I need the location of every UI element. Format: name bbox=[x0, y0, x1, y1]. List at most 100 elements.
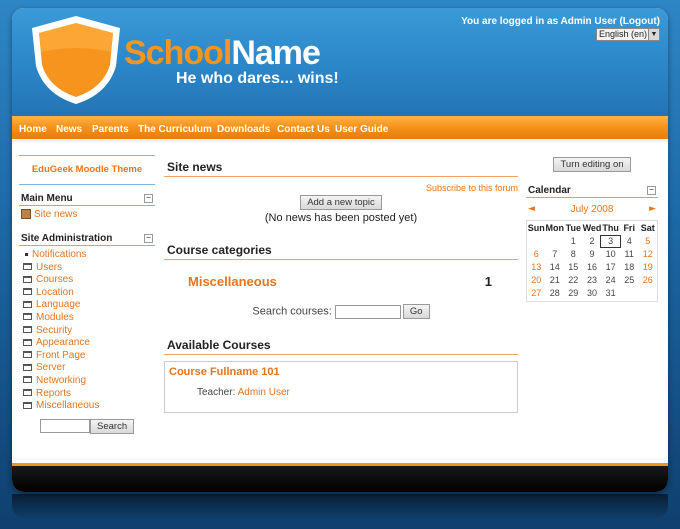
calendar-day[interactable]: 22 bbox=[564, 275, 583, 286]
calendar-empty-cell bbox=[527, 236, 546, 247]
subscribe-link[interactable]: Subscribe to this forum bbox=[426, 183, 518, 193]
nav-news[interactable]: News bbox=[56, 124, 82, 135]
list-item[interactable]: Networking bbox=[23, 375, 155, 388]
calendar-day[interactable]: 19 bbox=[638, 262, 657, 273]
left-column: EduGeek Moodle Theme Main Menu − Site ne… bbox=[19, 155, 155, 434]
calendar-day[interactable]: 4 bbox=[620, 236, 639, 247]
list-item[interactable]: Courses bbox=[23, 274, 155, 287]
folder-icon bbox=[23, 288, 32, 296]
school-name[interactable]: SchoolName bbox=[124, 34, 321, 73]
collapse-icon[interactable]: − bbox=[144, 194, 153, 203]
admin-link-reports[interactable]: Reports bbox=[36, 388, 71, 399]
nav-contact-us[interactable]: Contact Us bbox=[277, 124, 330, 135]
calendar-day[interactable]: 17 bbox=[601, 262, 620, 273]
list-item[interactable]: Miscellaneous bbox=[23, 400, 155, 413]
nav-the-curriculum[interactable]: The Curriculum bbox=[138, 124, 212, 135]
list-item[interactable]: Notifications bbox=[23, 249, 155, 262]
turn-editing-button[interactable]: Turn editing on bbox=[553, 157, 631, 172]
calendar-day[interactable]: 29 bbox=[564, 288, 583, 299]
calendar-day[interactable]: 10 bbox=[601, 249, 620, 260]
folder-icon bbox=[23, 313, 32, 321]
calendar-day[interactable]: 1 bbox=[564, 236, 583, 247]
nav-home[interactable]: Home bbox=[19, 124, 47, 135]
calendar-day[interactable]: 12 bbox=[638, 249, 657, 260]
chevron-down-icon[interactable]: ▼ bbox=[648, 29, 659, 40]
admin-link-modules[interactable]: Modules bbox=[36, 312, 74, 323]
nav-user-guide[interactable]: User Guide bbox=[335, 124, 388, 135]
admin-link-appearance[interactable]: Appearance bbox=[36, 337, 90, 348]
admin-link-language[interactable]: Language bbox=[36, 299, 81, 310]
collapse-icon[interactable]: − bbox=[647, 186, 656, 195]
admin-link-miscellaneous[interactable]: Miscellaneous bbox=[36, 400, 99, 411]
add-topic-button[interactable]: Add a new topic bbox=[300, 195, 382, 210]
calendar-day[interactable]: 13 bbox=[527, 262, 546, 273]
calendar-day[interactable]: 23 bbox=[583, 275, 602, 286]
list-item[interactable]: Location bbox=[23, 287, 155, 300]
calendar-day[interactable]: 18 bbox=[620, 262, 639, 273]
calendar-day[interactable]: 27 bbox=[527, 288, 546, 299]
site-news-link[interactable]: Site news bbox=[34, 209, 77, 220]
collapse-icon[interactable]: − bbox=[144, 234, 153, 243]
list-item[interactable]: Front Page bbox=[23, 350, 155, 363]
calendar-day[interactable]: 31 bbox=[601, 288, 620, 299]
nav-parents[interactable]: Parents bbox=[92, 124, 129, 135]
admin-search-button[interactable]: Search bbox=[90, 418, 135, 434]
admin-link-networking[interactable]: Networking bbox=[36, 375, 86, 386]
calendar-day[interactable]: 24 bbox=[601, 275, 620, 286]
calendar-day[interactable]: 25 bbox=[620, 275, 639, 286]
admin-link-front-page[interactable]: Front Page bbox=[36, 350, 85, 361]
main-column: Site news Subscribe to this forum Add a … bbox=[164, 159, 518, 413]
calendar-day[interactable]: 28 bbox=[546, 288, 565, 299]
calendar-day[interactable]: 15 bbox=[564, 262, 583, 273]
list-item[interactable]: Users bbox=[23, 262, 155, 275]
list-item[interactable]: Server bbox=[23, 362, 155, 375]
frame-reflection bbox=[12, 494, 668, 518]
calendar-day[interactable]: 11 bbox=[620, 249, 639, 260]
search-courses-row: Search courses: Go bbox=[164, 304, 518, 319]
calendar-day[interactable]: 7 bbox=[546, 249, 565, 260]
logout-link[interactable]: (Logout) bbox=[619, 16, 660, 27]
search-courses-input[interactable] bbox=[334, 304, 401, 319]
course-title-link[interactable]: Course Fullname 101 bbox=[169, 366, 513, 378]
next-month-icon[interactable]: ► bbox=[649, 204, 656, 214]
teacher-link[interactable]: Admin User bbox=[238, 387, 290, 398]
calendar-day[interactable]: 2 bbox=[583, 236, 602, 247]
calendar-month[interactable]: July 2008 bbox=[526, 204, 658, 215]
list-item[interactable]: Modules bbox=[23, 312, 155, 325]
admin-link-users[interactable]: Users bbox=[36, 262, 62, 273]
admin-link-location[interactable]: Location bbox=[36, 287, 74, 298]
nav-downloads[interactable]: Downloads bbox=[217, 124, 270, 135]
list-item[interactable]: Security bbox=[23, 325, 155, 338]
list-item[interactable]: Reports bbox=[23, 388, 155, 401]
calendar-day[interactable]: 6 bbox=[527, 249, 546, 260]
language-select[interactable]: English (en) ▼ bbox=[596, 28, 660, 41]
calendar-day[interactable]: 3 bbox=[600, 235, 621, 248]
admin-link-courses[interactable]: Courses bbox=[36, 274, 73, 285]
go-button[interactable]: Go bbox=[402, 304, 430, 319]
calendar-day[interactable]: 20 bbox=[527, 275, 546, 286]
list-item[interactable]: Appearance bbox=[23, 337, 155, 350]
folder-icon bbox=[23, 338, 32, 346]
calendar-day[interactable]: 14 bbox=[546, 262, 565, 273]
admin-link-security[interactable]: Security bbox=[36, 325, 72, 336]
calendar-day[interactable]: 8 bbox=[564, 249, 583, 260]
folder-icon bbox=[23, 376, 32, 384]
calendar-day[interactable]: 30 bbox=[583, 288, 602, 299]
course-box: Course Fullname 101 Teacher: Admin User bbox=[164, 361, 518, 413]
admin-search-input[interactable] bbox=[40, 419, 90, 434]
calendar-day[interactable]: 16 bbox=[583, 262, 602, 273]
category-link[interactable]: Miscellaneous bbox=[188, 274, 277, 289]
list-item[interactable]: Language bbox=[23, 299, 155, 312]
category-count: 1 bbox=[484, 274, 492, 289]
theme-title: EduGeek Moodle Theme bbox=[19, 155, 155, 185]
calendar-day[interactable]: 5 bbox=[638, 236, 657, 247]
admin-link-server[interactable]: Server bbox=[36, 362, 65, 373]
available-courses-heading: Available Courses bbox=[164, 337, 518, 355]
admin-link-notifications[interactable]: Notifications bbox=[32, 249, 86, 260]
calendar-day-header: Tue bbox=[565, 223, 581, 233]
calendar-day[interactable]: 26 bbox=[638, 275, 657, 286]
calendar-day[interactable]: 21 bbox=[546, 275, 565, 286]
teacher-row: Teacher: Admin User bbox=[169, 387, 513, 398]
login-user-link[interactable]: Admin User bbox=[561, 16, 617, 27]
calendar-day[interactable]: 9 bbox=[583, 249, 602, 260]
